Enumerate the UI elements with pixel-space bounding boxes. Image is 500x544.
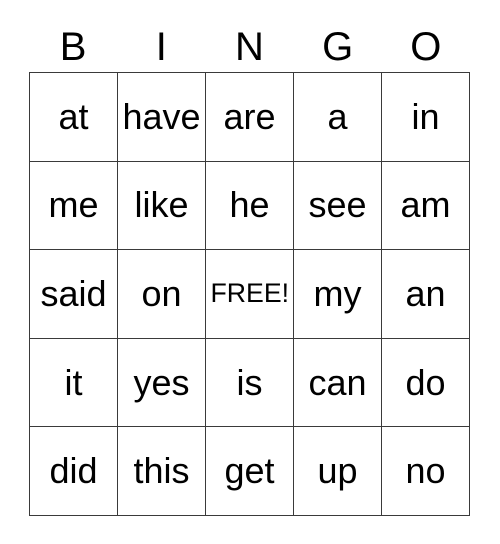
bingo-cell[interactable]: my [294,250,382,339]
bingo-cell[interactable]: up [294,427,382,516]
bingo-cell[interactable]: like [118,161,206,251]
bingo-cell-label: it [64,361,83,403]
bingo-row: me like he see am [30,161,470,251]
bingo-cell[interactable]: a [294,73,382,162]
bingo-cell[interactable]: have [118,73,206,162]
bingo-cell[interactable]: no [382,427,470,516]
bingo-cell[interactable]: can [294,338,382,428]
bingo-cell-label: a [327,95,348,137]
bingo-cell[interactable]: in [382,73,470,162]
bingo-cell[interactable]: this [118,427,206,516]
bingo-cell-label: said [40,272,107,314]
bingo-row: it yes is can do [30,338,470,428]
header-letter-o: O [410,25,442,69]
bingo-cell[interactable]: it [30,338,118,428]
bingo-cell[interactable]: are [206,73,294,162]
bingo-cell-label: on [141,272,182,314]
bingo-cell[interactable]: me [30,161,118,251]
header-letter-n: N [235,25,264,69]
bingo-cell[interactable]: see [294,161,382,251]
bingo-cell[interactable]: is [206,338,294,428]
bingo-cell[interactable]: on [118,250,206,339]
bingo-grid: at have are a in me like he see am said … [29,72,470,516]
bingo-cell-label: no [405,450,446,492]
bingo-free-label: FREE! [210,278,289,309]
bingo-cell-label: in [411,95,440,137]
bingo-row: said on FREE! my an [30,250,470,339]
bingo-cell-label: he [229,184,270,226]
bingo-cell[interactable]: did [30,427,118,516]
bingo-cell-label: my [313,272,362,314]
bingo-cell-label: am [400,184,451,226]
bingo-cell-label: have [122,95,201,137]
bingo-cell-label: do [405,361,446,403]
bingo-cell-label: are [223,95,276,137]
bingo-cell[interactable]: do [382,338,470,428]
bingo-cell-label: me [48,184,99,226]
bingo-cell[interactable]: an [382,250,470,339]
header-letter-g: G [322,25,354,69]
bingo-row: did this get up no [30,427,470,516]
bingo-cell[interactable]: am [382,161,470,251]
bingo-cell-label: can [308,361,367,403]
bingo-row: at have are a in [30,73,470,162]
bingo-cell-label: yes [133,361,190,403]
bingo-cell-label: did [49,450,98,492]
bingo-cell-label: get [224,450,275,492]
bingo-cell-label: an [405,272,446,314]
header-letter-b: B [59,25,87,69]
bingo-header-row: B I N G O [29,22,470,72]
bingo-cell-label: like [134,184,189,226]
bingo-cell-label: up [317,450,358,492]
bingo-cell[interactable]: yes [118,338,206,428]
bingo-cell[interactable]: at [30,73,118,162]
bingo-card: B I N G O at have are a in me like he se… [29,22,470,516]
header-letter-i: I [155,25,167,69]
bingo-cell[interactable]: get [206,427,294,516]
bingo-cell[interactable]: said [30,250,118,339]
bingo-cell-label: see [308,184,367,226]
bingo-cell[interactable]: he [206,161,294,251]
bingo-cell-label: is [236,361,263,403]
bingo-free-cell[interactable]: FREE! [206,250,294,339]
bingo-cell-label: at [58,95,89,137]
bingo-cell-label: this [133,450,190,492]
